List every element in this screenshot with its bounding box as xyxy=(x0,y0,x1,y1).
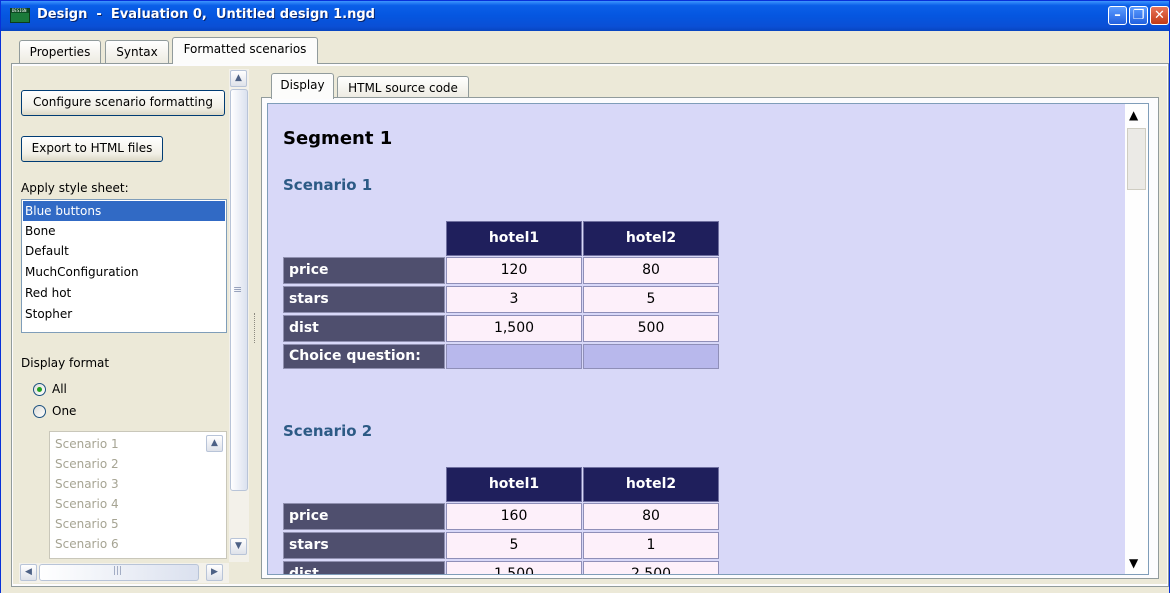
list-item[interactable]: Stopher xyxy=(23,304,225,324)
table-cell: 1 xyxy=(583,532,719,559)
list-item[interactable]: MuchConfiguration xyxy=(23,262,225,282)
left-scroll-up-button[interactable]: ▲ xyxy=(230,70,247,87)
left-scroll-right-button[interactable]: ▶ xyxy=(206,564,223,581)
list-item: Scenario 6 xyxy=(55,537,119,551)
list-item: Scenario 4 xyxy=(55,497,119,511)
list-item[interactable]: Bone xyxy=(23,221,225,241)
row-label: price xyxy=(283,503,445,530)
tab-display[interactable]: Display xyxy=(271,73,334,99)
list-item[interactable]: Blue buttons xyxy=(23,201,225,221)
scroll-grip-icon: ≡ xyxy=(233,283,243,296)
style-sheet-label: Apply style sheet: xyxy=(21,181,129,195)
minimize-button[interactable]: – xyxy=(1108,6,1127,25)
content-scroll-thumb[interactable] xyxy=(1127,128,1146,190)
row-label: dist xyxy=(283,315,445,342)
chevron-left-icon: ◀ xyxy=(25,567,32,577)
chevron-right-icon: ▶ xyxy=(211,567,218,577)
display-format-label: Display format xyxy=(21,356,110,370)
window-bottom-border xyxy=(1,587,1169,593)
table-cell: 120 xyxy=(446,257,582,284)
style-sheet-list[interactable]: Blue buttons Bone Default MuchConfigurat… xyxy=(21,199,227,333)
table-cell: 5 xyxy=(583,286,719,313)
choice-question-label: Choice question: xyxy=(283,344,445,369)
minimize-icon: – xyxy=(1114,8,1121,23)
list-item: Scenario 3 xyxy=(55,477,119,491)
column-header: hotel2 xyxy=(583,467,719,502)
table-cell: 80 xyxy=(583,503,719,530)
row-label: stars xyxy=(283,532,445,559)
configure-scenario-formatting-button[interactable]: Configure scenario formatting xyxy=(21,90,225,116)
window-title: Design - Evaluation 0, Untitled design 1… xyxy=(37,7,375,22)
choice-cell[interactable] xyxy=(446,344,582,369)
content-vertical-scrollbar[interactable]: ▲ ▼ xyxy=(1125,103,1149,575)
left-scroll-left-button[interactable]: ◀ xyxy=(20,564,37,581)
scenario-title: Scenario 2 xyxy=(283,422,373,440)
left-scroll-down-button[interactable]: ▼ xyxy=(230,538,247,555)
column-header: hotel1 xyxy=(446,221,582,256)
chevron-up-icon: ▲ xyxy=(235,73,242,83)
chevron-up-icon: ▲ xyxy=(211,438,218,448)
table-cell: 500 xyxy=(583,315,719,342)
splitter-grip xyxy=(254,313,256,343)
scenario-title: Scenario 1 xyxy=(283,176,373,194)
table-cell: 3 xyxy=(446,286,582,313)
row-label: price xyxy=(283,257,445,284)
list-item: Scenario 5 xyxy=(55,517,119,531)
column-header: hotel1 xyxy=(446,467,582,502)
table-cell: 2,500 xyxy=(583,561,719,574)
close-icon: ✕ xyxy=(1154,8,1165,23)
list-item[interactable]: Default xyxy=(23,241,225,261)
list-item: Scenario 1 xyxy=(55,437,119,451)
row-label: dist xyxy=(283,561,445,574)
table-cell: 5 xyxy=(446,532,582,559)
restore-button[interactable]: ❐ xyxy=(1129,6,1148,25)
scroll-down-arrow-icon[interactable]: ▼ xyxy=(1129,556,1138,570)
table-cell: 1,500 xyxy=(446,315,582,342)
scroll-up-button: ▲ xyxy=(206,435,223,452)
table-cell: 160 xyxy=(446,503,582,530)
scenario-list: Scenario 1 Scenario 2 Scenario 3 Scenari… xyxy=(49,431,227,559)
tab-syntax[interactable]: Syntax xyxy=(105,40,169,64)
tab-properties[interactable]: Properties xyxy=(19,40,101,64)
radio-all[interactable] xyxy=(33,383,46,396)
table-cell: 1,500 xyxy=(446,561,582,574)
scenario-display: Segment 1 Scenario 1 hotel1 hotel2 price… xyxy=(267,103,1125,575)
app-icon: DESIGN xyxy=(10,8,30,23)
radio-all-label: All xyxy=(52,382,67,396)
list-item[interactable]: Red hot xyxy=(23,283,225,303)
radio-one[interactable] xyxy=(33,405,46,418)
column-header: hotel2 xyxy=(583,221,719,256)
tab-formatted-scenarios[interactable]: Formatted scenarios xyxy=(172,37,318,64)
scroll-up-arrow-icon[interactable]: ▲ xyxy=(1129,108,1138,122)
restore-icon: ❐ xyxy=(1132,8,1145,23)
radio-one-label: One xyxy=(52,404,77,418)
table-cell: 80 xyxy=(583,257,719,284)
application-window: DESIGN Design - Evaluation 0, Untitled d… xyxy=(0,0,1170,593)
tab-html-source-code[interactable]: HTML source code xyxy=(337,76,469,99)
list-item: Scenario 2 xyxy=(55,457,119,471)
row-label: stars xyxy=(283,286,445,313)
choice-cell[interactable] xyxy=(583,344,719,369)
export-to-html-button[interactable]: Export to HTML files xyxy=(21,136,163,162)
chevron-down-icon: ▼ xyxy=(235,541,242,551)
close-button[interactable]: ✕ xyxy=(1150,6,1169,25)
segment-title: Segment 1 xyxy=(283,128,393,149)
title-bar[interactable]: DESIGN Design - Evaluation 0, Untitled d… xyxy=(1,1,1169,31)
hscroll-grip-icon: ||| xyxy=(113,566,123,576)
